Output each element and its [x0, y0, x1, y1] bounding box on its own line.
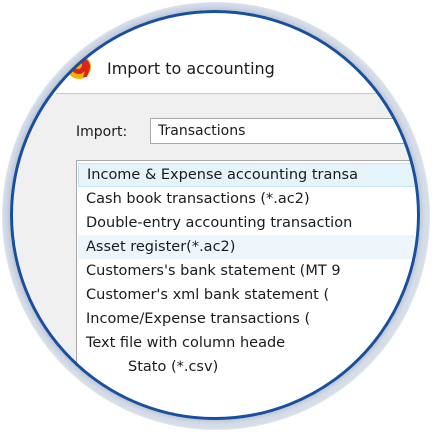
list-item[interactable]: Cash book transactions (*.ac2) [78, 187, 420, 211]
dialog-titlebar: Import to accounting [10, 10, 420, 93]
magnified-screenshot: Import to accounting Import: Transaction… [0, 0, 435, 435]
app-logo-9-icon [67, 55, 91, 79]
import-type-select[interactable]: Transactions [150, 118, 420, 144]
import-dialog: Import to accounting Import: Transaction… [10, 10, 420, 420]
magnifier-lens: Import to accounting Import: Transaction… [10, 10, 420, 420]
list-item[interactable]: Income & Expense accounting transa [78, 163, 420, 187]
list-item[interactable]: Text file with column heade [78, 331, 420, 355]
list-item[interactable]: Customer's xml bank statement ( [78, 283, 420, 307]
import-type-value: Transactions [158, 123, 246, 139]
list-item[interactable]: Double-entry accounting transaction [78, 211, 420, 235]
list-item[interactable]: Asset register(*.ac2) [78, 235, 420, 259]
list-item[interactable]: Income/Expense transactions ( [78, 307, 420, 331]
list-item[interactable]: Stato (*.csv) [78, 355, 420, 379]
import-label: Import: [76, 124, 128, 140]
list-item[interactable]: Customers's bank statement (MT 9 [78, 259, 420, 283]
dialog-title: Import to accounting [107, 59, 275, 78]
import-format-list[interactable]: Income & Expense accounting transa Cash … [76, 160, 420, 420]
